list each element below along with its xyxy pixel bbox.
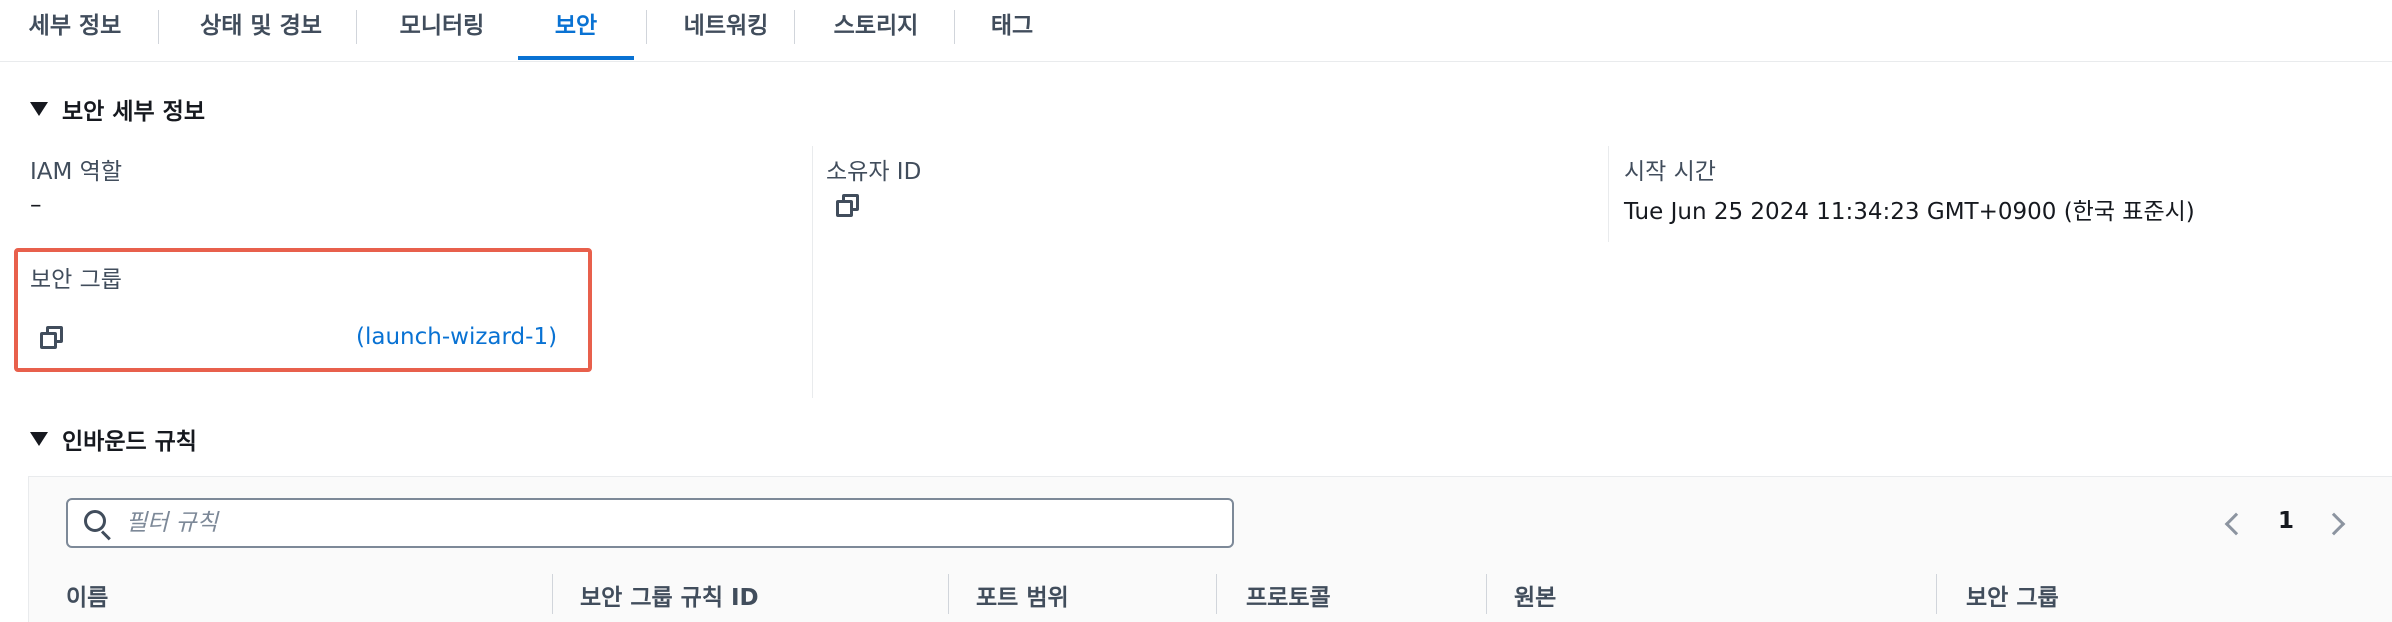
- column-resizer[interactable]: [1486, 574, 1487, 614]
- column-resizer[interactable]: [552, 574, 553, 614]
- search-icon: [84, 510, 114, 541]
- column-header-security-group[interactable]: 보안 그룹: [1966, 578, 2059, 612]
- tab-divider: [954, 10, 955, 44]
- inbound-rules-toggle[interactable]: 인바운드 규칙: [30, 422, 197, 456]
- inbound-rules-title: 인바운드 규칙: [62, 429, 197, 455]
- column-header-protocol[interactable]: 프로토콜: [1246, 578, 1331, 612]
- tab-storage[interactable]: 스토리지: [818, 0, 934, 62]
- copy-icon[interactable]: [38, 324, 66, 352]
- page-number[interactable]: 1: [2278, 508, 2294, 534]
- launch-time-value: Tue Jun 25 2024 11:34:23 GMT+0900 (한국 표준…: [1624, 199, 2195, 225]
- tab-security[interactable]: 보안: [518, 0, 634, 62]
- column-header-name[interactable]: 이름: [66, 578, 108, 612]
- column-header-port-range[interactable]: 포트 범위: [976, 578, 1069, 612]
- security-details-title: 보안 세부 정보: [62, 99, 205, 125]
- column-resizer[interactable]: [948, 574, 949, 614]
- caret-down-icon: [30, 432, 48, 446]
- owner-id-label: 소유자 ID: [826, 159, 922, 185]
- column-resizer[interactable]: [1936, 574, 1937, 614]
- security-group-link[interactable]: (launch-wizard-1): [356, 324, 557, 350]
- tab-tags[interactable]: 태그: [980, 0, 1044, 62]
- tab-divider: [158, 10, 159, 44]
- caret-down-icon: [30, 102, 48, 116]
- column-header-source[interactable]: 원본: [1514, 578, 1556, 612]
- tab-divider: [794, 10, 795, 44]
- tab-bar: 세부 정보 상태 및 경보 모니터링 보안 네트워킹 스토리지 태그: [0, 0, 2392, 62]
- tab-divider: [646, 10, 647, 44]
- active-tab-indicator: [518, 56, 634, 60]
- column-divider: [1608, 146, 1609, 242]
- security-details-toggle[interactable]: 보안 세부 정보: [30, 92, 205, 126]
- launch-time-label: 시작 시간: [1624, 159, 1716, 185]
- iam-role-label: IAM 역할: [30, 159, 122, 185]
- security-groups-label: 보안 그룹: [30, 267, 122, 293]
- tab-status-alarms[interactable]: 상태 및 경보: [186, 0, 336, 62]
- tab-divider: [356, 10, 357, 44]
- column-header-rule-id[interactable]: 보안 그룹 규칙 ID: [580, 578, 759, 612]
- tab-networking[interactable]: 네트워킹: [668, 0, 784, 62]
- filter-rules-input[interactable]: [126, 508, 1206, 538]
- iam-role-value: –: [30, 192, 42, 218]
- tab-details[interactable]: 세부 정보: [20, 0, 130, 62]
- tab-monitoring[interactable]: 모니터링: [384, 0, 500, 62]
- column-divider: [812, 146, 813, 398]
- filter-rules-field[interactable]: [66, 498, 1234, 548]
- copy-icon[interactable]: [834, 192, 862, 220]
- column-resizer[interactable]: [1216, 574, 1217, 614]
